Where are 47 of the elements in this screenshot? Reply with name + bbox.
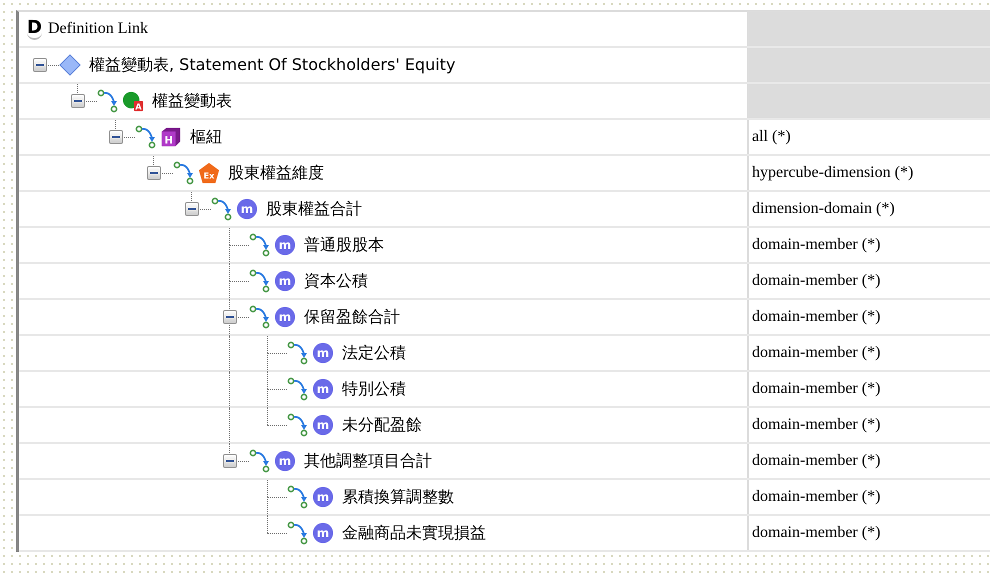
member-icon: m: [312, 378, 334, 400]
arcrole-cell-text: domain-member (*): [751, 307, 882, 327]
arcrole-cell-text: dimension-domain (*): [751, 199, 896, 219]
pentagon-icon: Ex: [198, 162, 220, 184]
member-icon: m: [312, 486, 334, 508]
member-icon: m: [274, 270, 296, 292]
collapse-toggle[interactable]: [223, 454, 237, 468]
arcrole-cell-text: hypercube-dimension (*): [751, 163, 914, 183]
tree-item-label[interactable]: 樞紐: [190, 126, 222, 148]
member-icon: m: [274, 450, 296, 472]
member-icon: m: [312, 342, 334, 364]
member-icon: m: [274, 234, 296, 256]
collapse-toggle[interactable]: [109, 130, 123, 144]
collapse-toggle[interactable]: [147, 166, 161, 180]
definition-link-title: Definition Link: [48, 20, 148, 38]
tree-item-label[interactable]: 其他調整項目合計: [304, 450, 432, 472]
member-icon: m: [236, 198, 258, 220]
cube-icon: H: [160, 126, 182, 148]
tree-item-label[interactable]: 累積換算調整數: [342, 486, 454, 508]
tree-item-label[interactable]: 權益變動表, Statement Of Stockholders' Equity: [89, 54, 456, 76]
arcrole-cell-text: domain-member (*): [751, 379, 882, 399]
tree-item-label[interactable]: 未分配盈餘: [342, 414, 422, 436]
member-icon: m: [312, 522, 334, 544]
arcrole-cell-text: domain-member (*): [751, 235, 882, 255]
arcrole-cell-text: domain-member (*): [751, 271, 882, 291]
arcrole-cell-text: domain-member (*): [751, 343, 882, 363]
member-icon: m: [312, 414, 334, 436]
tree-item-label[interactable]: 股東權益維度: [228, 162, 324, 184]
tree-item-label[interactable]: 金融商品未實現損益: [342, 522, 486, 544]
tree-item-label[interactable]: 股東權益合計: [266, 198, 362, 220]
tree-item-label[interactable]: 資本公積: [304, 270, 368, 292]
collapse-toggle[interactable]: [71, 94, 85, 108]
tree-item-label[interactable]: 特別公積: [342, 378, 406, 400]
arcrole-cell-text: domain-member (*): [751, 487, 882, 507]
collapse-toggle[interactable]: [33, 58, 47, 72]
member-icon: m: [274, 306, 296, 328]
arcrole-cell-text: all (*): [751, 127, 792, 147]
collapse-toggle[interactable]: [223, 310, 237, 324]
tree-item-label[interactable]: 法定公積: [342, 342, 406, 364]
arcrole-cell-text: domain-member (*): [751, 415, 882, 435]
arcrole-cell-text: domain-member (*): [751, 451, 882, 471]
tree-item-label[interactable]: 保留盈餘合計: [304, 306, 400, 328]
tree-item-label[interactable]: 權益變動表: [152, 90, 232, 112]
diamond-icon: [59, 54, 81, 76]
tree-item-label[interactable]: 普通股股本: [304, 234, 384, 256]
collapse-toggle[interactable]: [185, 202, 199, 216]
arcrole-cell-text: domain-member (*): [751, 523, 882, 543]
